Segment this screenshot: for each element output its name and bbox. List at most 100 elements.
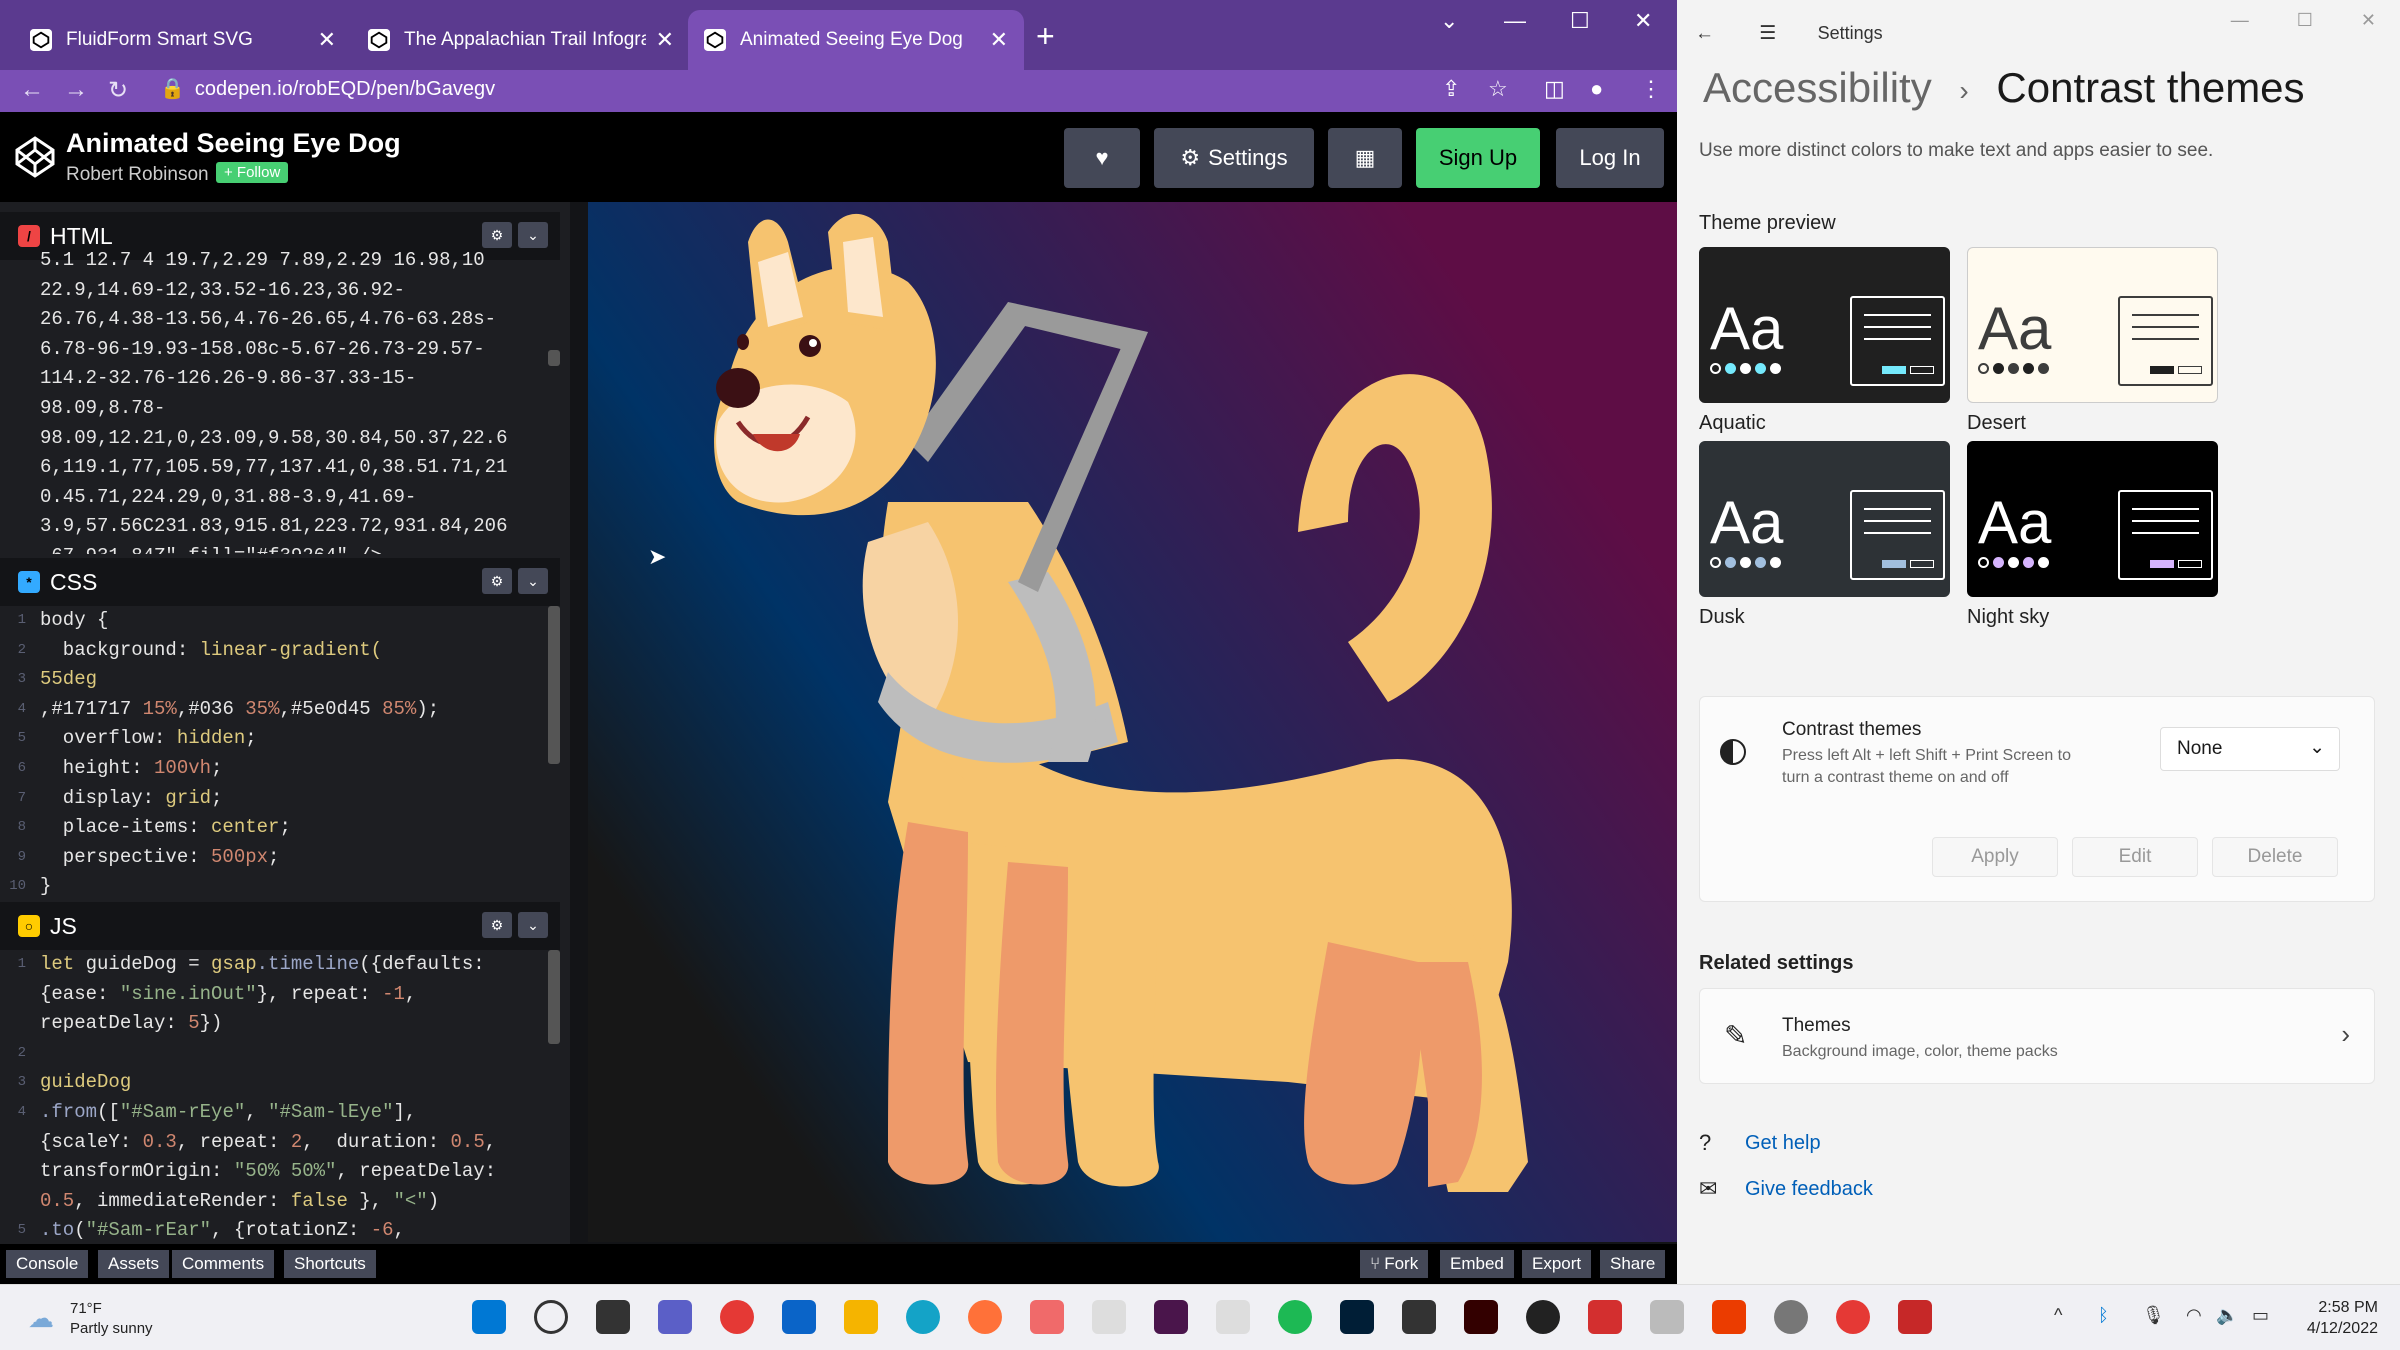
signup-button[interactable]: Sign Up [1416,128,1540,188]
css-code-editor[interactable]: 1 body {2 background: linear-gradient(3 55… [0,606,560,898]
embed-button[interactable]: Embed [1440,1250,1514,1278]
get-help-link[interactable]: Get help [1745,1132,1821,1155]
code-line: 6,119.1,77,105.59,77,137.41,0,38.51.71,2… [40,456,508,479]
wifi-icon[interactable]: ◠ [2186,1305,2202,1326]
teams-icon[interactable] [658,1300,692,1334]
settings-button[interactable]: ⚙ Settings [1154,128,1314,188]
edit-button[interactable]: Edit [2072,837,2198,877]
spotify-icon[interactable] [1278,1300,1312,1334]
editor-settings-icon[interactable]: ⚙ [482,222,512,248]
contrast-theme-select[interactable]: None ⌄ [2160,727,2340,771]
pen-author[interactable]: Robert Robinson [66,164,209,186]
app-icon[interactable] [1030,1300,1064,1334]
back-icon[interactable]: ← [1695,23,1714,44]
editor-settings-icon[interactable]: ⚙ [482,912,512,938]
assets-button[interactable]: Assets [98,1250,170,1278]
tab-appalachian[interactable]: The Appalachian Trail Infographi ✕ [352,10,690,70]
hamburger-menu-icon[interactable]: ☰ [1759,23,1776,44]
new-tab-button[interactable]: + [1036,20,1055,52]
contrast-themes-title: Contrast themes [1782,719,1922,740]
chrome-icon[interactable] [1836,1300,1870,1334]
theme-thumbnail-dusk[interactable]: Aa [1699,441,1950,597]
clock[interactable]: 2:58 PM 4/12/2022 [2307,1297,2378,1339]
comments-button[interactable]: Comments [172,1250,275,1278]
close-tab-icon[interactable]: ✕ [656,27,674,53]
reload-icon[interactable]: ↻ [108,76,128,105]
minimize-icon[interactable]: — [1504,8,1526,34]
themes-link-card[interactable]: ✎ Themes Background image, color, theme … [1699,988,2375,1084]
scrollbar[interactable] [548,606,560,764]
console-button[interactable]: Console [6,1250,89,1278]
battery-icon[interactable]: ▭ [2252,1305,2269,1326]
delete-button[interactable]: Delete [2212,837,2338,877]
app-icon[interactable] [1650,1300,1684,1334]
chevron-down-icon[interactable]: ⌄ [518,568,548,594]
side-panel-icon[interactable]: ◫ [1544,76,1565,102]
bookmark-star-icon[interactable]: ☆ [1488,76,1508,102]
close-tab-icon[interactable]: ✕ [318,27,336,53]
menu-dots-icon[interactable]: ⋮ [1640,76,1662,102]
slack-icon[interactable] [1154,1300,1188,1334]
search-icon[interactable] [534,1300,568,1334]
codepen-logo-icon[interactable] [12,134,58,180]
illustrator-icon[interactable] [1464,1300,1498,1334]
scrollbar[interactable] [548,950,560,1044]
acrobat-icon[interactable] [1588,1300,1622,1334]
forward-icon[interactable]: → [64,76,88,104]
minimize-icon[interactable]: — [2231,10,2249,31]
close-tab-icon[interactable]: ✕ [990,27,1008,53]
mcafee-icon[interactable] [1898,1300,1932,1334]
chevron-down-icon[interactable]: ⌄ [518,912,548,938]
share-icon[interactable]: ⇪ [1442,76,1460,102]
office-icon[interactable] [1712,1300,1746,1334]
photoshop-icon[interactable] [1340,1300,1374,1334]
url-field[interactable]: 🔒 codepen.io/robEQD/pen/bGavegv [160,76,495,101]
app-icon[interactable] [1092,1300,1126,1334]
theme-thumbnail-desert[interactable]: Aa [1967,247,2218,403]
tab-search-icon[interactable]: ⌄ [1440,8,1458,34]
volume-icon[interactable]: 🔈 [2216,1305,2238,1326]
profile-icon[interactable]: ● [1590,76,1603,102]
chrome-icon[interactable] [720,1300,754,1334]
tab-seeing-eye-dog[interactable]: Animated Seeing Eye Dog ✕ [688,10,1024,70]
start-icon[interactable] [472,1300,506,1334]
theme-thumbnail-aquatic[interactable]: Aa [1699,247,1950,403]
give-feedback-link[interactable]: Give feedback [1745,1178,1873,1201]
bluetooth-icon[interactable]: ᛒ [2098,1305,2109,1326]
weather-icon[interactable]: ☁ [28,1303,54,1334]
app-icon[interactable] [1526,1300,1560,1334]
close-window-icon[interactable]: ✕ [1634,8,1652,34]
app-icon[interactable] [1216,1300,1250,1334]
layout-button[interactable]: ▦ [1328,128,1402,188]
heart-button[interactable]: ♥ [1064,128,1140,188]
firefox-icon[interactable] [968,1300,1002,1334]
follow-button[interactable]: + Follow [216,162,289,183]
html-code-editor[interactable]: 5.1 12.7 4 19.7,2.29 7.89,2.29 16.98,10 2… [0,246,560,554]
edge-icon[interactable] [906,1300,940,1334]
maximize-icon[interactable]: ☐ [1570,8,1590,34]
scrollbar[interactable] [548,350,560,366]
task-view-icon[interactable] [596,1300,630,1334]
back-icon[interactable]: ← [20,76,44,104]
outlook-icon[interactable] [782,1300,816,1334]
share-button[interactable]: Share [1600,1250,1666,1278]
login-button[interactable]: Log In [1556,128,1664,188]
maximize-icon[interactable]: ☐ [2297,10,2313,31]
chat-icon[interactable] [1402,1300,1436,1334]
microphone-icon[interactable]: 🎙 [2142,1305,2165,1326]
tab-fluidform[interactable]: FluidForm Smart SVG ✕ [14,10,352,70]
chevron-down-icon[interactable]: ⌄ [518,222,548,248]
settings-icon[interactable] [1774,1300,1808,1334]
js-code-editor[interactable]: 1 let guideDog = gsap.timeline({defaults:… [0,950,560,1240]
theme-thumbnail-night-sky[interactable]: Aa [1967,441,2218,597]
tray-chevron-icon[interactable]: ^ [2054,1305,2062,1326]
editor-settings-icon[interactable]: ⚙ [482,568,512,594]
export-button[interactable]: Export [1522,1250,1592,1278]
apply-button[interactable]: Apply [1932,837,2058,877]
fork-button[interactable]: ⑂ Fork [1360,1250,1429,1278]
file-explorer-icon[interactable] [844,1300,878,1334]
shortcuts-button[interactable]: Shortcuts [284,1250,376,1278]
weather-widget[interactable]: 71°F Partly sunny [70,1299,153,1339]
close-window-icon[interactable]: ✕ [2361,10,2376,31]
breadcrumb-accessibility[interactable]: Accessibility [1703,64,1932,111]
